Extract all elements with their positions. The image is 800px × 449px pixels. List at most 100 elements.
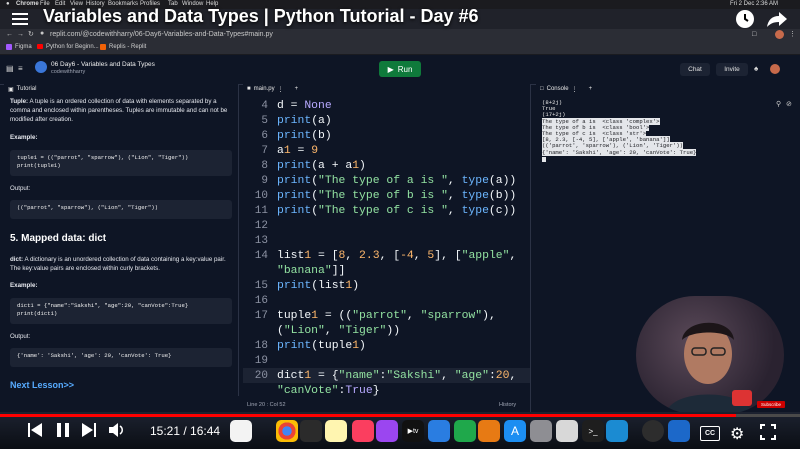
notes-icon[interactable]: [325, 420, 347, 442]
notifications-icon[interactable]: ♠: [754, 64, 758, 73]
app-icon[interactable]: [300, 420, 322, 442]
console-output[interactable]: (8+2j) True (17+2j) The type of a is <class…: [542, 99, 792, 162]
invite-button[interactable]: Invite: [716, 63, 748, 76]
browser-menu-icon[interactable]: ⋮: [789, 30, 796, 38]
terminal-icon[interactable]: >_: [582, 420, 604, 442]
extensions-icon[interactable]: □: [752, 31, 756, 38]
podcasts-icon[interactable]: [376, 420, 398, 442]
chrome-icon[interactable]: [276, 420, 298, 442]
line-code: print(a + a1): [277, 159, 366, 172]
code-line[interactable]: "banana"]]: [243, 263, 530, 278]
code-line[interactable]: ("Lion", "Tiger")): [243, 323, 530, 338]
code-line[interactable]: 15 print(list1): [243, 278, 530, 293]
pages-icon[interactable]: [478, 420, 500, 442]
code-line[interactable]: 17 tuple1 = (("parrot", "sparrow"),: [243, 308, 530, 323]
code-line[interactable]: 14 list1 = [8, 2.3, [-4, 5], ["apple",: [243, 248, 530, 263]
preview-icon[interactable]: [556, 420, 578, 442]
code-line[interactable]: 8 print(a + a1): [243, 158, 530, 173]
code-line[interactable]: 19: [243, 353, 530, 368]
user-avatar[interactable]: [770, 64, 780, 74]
previous-icon[interactable]: [28, 422, 42, 438]
captions-icon[interactable]: CC: [700, 426, 720, 441]
line-number: 12: [254, 219, 268, 232]
repl-owner[interactable]: codewithharry: [51, 69, 85, 75]
code-line[interactable]: "canVote":True}: [243, 383, 530, 398]
code-line[interactable]: 20 dict1 = {"name":"Sakshi", "age":20,: [243, 368, 530, 383]
youtube-icon: [37, 44, 43, 49]
line-number: 7: [261, 144, 268, 157]
pause-icon[interactable]: [56, 422, 70, 438]
next-lesson-link[interactable]: Next Lesson>>: [10, 380, 74, 390]
share-icon[interactable]: [766, 10, 788, 28]
line-number: 19: [254, 354, 268, 367]
console-tab[interactable]: □ Console ⋮ +: [540, 84, 592, 94]
tuple-term: Tuple:: [10, 98, 29, 105]
forward-icon[interactable]: →: [17, 31, 24, 38]
url-field[interactable]: replit.com/@codewithharry/06-Day6-Variab…: [50, 31, 273, 38]
code-line[interactable]: 12: [243, 218, 530, 233]
subscribe-badge[interactable]: Subscribe: [757, 401, 785, 408]
code-line[interactable]: 16: [243, 293, 530, 308]
line-code: print("The type of b is ", type(b)): [277, 189, 517, 202]
back-icon[interactable]: ←: [6, 31, 13, 38]
skype-icon[interactable]: [606, 420, 628, 442]
next-icon[interactable]: [82, 422, 96, 438]
more-icon[interactable]: ⋮: [572, 86, 578, 93]
system-settings-icon[interactable]: [530, 420, 552, 442]
watch-later-icon[interactable]: [736, 10, 754, 28]
book-icon: ▣: [8, 86, 14, 93]
cursor-position: Line 20 : Col 52: [247, 402, 286, 408]
fullscreen-icon[interactable]: [760, 424, 776, 440]
chat-button[interactable]: Chat: [680, 63, 710, 76]
code-line[interactable]: 7 a1 = 9: [243, 143, 530, 158]
bookmark-replit[interactable]: Replis - Replit: [109, 44, 146, 50]
output-line: (("parrot", "sparrow"), ("Lion", "Tiger"…: [17, 204, 158, 211]
console-line: {'name': 'Sakshi', 'age': 20, 'canVote':…: [542, 148, 697, 156]
settings-gear-icon[interactable]: ⚙: [730, 424, 744, 444]
code-line[interactable]: 5 print(a): [243, 113, 530, 128]
apple-icon[interactable]: ●: [6, 1, 10, 7]
menu-icon[interactable]: [12, 12, 28, 26]
line-code: dict1 = {"name":"Sakshi", "age":20,: [277, 369, 517, 382]
finder-icon[interactable]: [668, 420, 690, 442]
bookmark-figma[interactable]: Figma: [15, 44, 32, 50]
keynote-icon[interactable]: [428, 420, 450, 442]
code-line[interactable]: 10 print("The type of b is ", type(b)): [243, 188, 530, 203]
reload-icon[interactable]: ↻: [28, 30, 34, 38]
profile-avatar[interactable]: [775, 30, 784, 39]
history-button[interactable]: History: [499, 402, 516, 408]
music-icon[interactable]: [352, 420, 374, 442]
bookmark-python[interactable]: Python for Beginn...: [46, 44, 99, 50]
code-line[interactable]: 4 d = None: [243, 98, 530, 113]
code-line[interactable]: 6 print(b): [243, 128, 530, 143]
code-line[interactable]: 9 print("The type of a is ", type(a)): [243, 173, 530, 188]
tv-icon[interactable]: ▶tv: [402, 420, 424, 442]
code-line[interactable]: 13: [243, 233, 530, 248]
video-progress-bar[interactable]: [0, 414, 800, 417]
add-tab-icon[interactable]: +: [589, 86, 593, 92]
console-cursor: [542, 156, 546, 162]
code-line[interactable]: 11 print("The type of c is ", type(c)): [243, 203, 530, 218]
repl-name[interactable]: 06 Day6 - Variables and Data Types: [51, 61, 155, 68]
line-code: print(tuple1): [277, 339, 366, 352]
more-icon[interactable]: ⋮: [278, 86, 284, 93]
editor-tab[interactable]: ■ main.py ⋮ +: [247, 84, 298, 94]
app-store-icon[interactable]: A: [504, 420, 526, 442]
line-number: 4: [261, 99, 268, 112]
tutorial-tab[interactable]: ▣ Tutorial: [8, 84, 36, 94]
files-icon[interactable]: ≡: [18, 64, 23, 73]
calendar-icon[interactable]: [230, 420, 252, 442]
dict-desc-text: A dictionary is an unordered collection …: [10, 256, 226, 272]
line-code: print("The type of a is ", type(a)): [277, 174, 517, 187]
code-area[interactable]: 4 d = None 5 print(a) 6 print(b) 7 a1 = 9 8 print…: [243, 98, 530, 398]
add-tab-icon[interactable]: +: [295, 86, 299, 92]
sidebar-toggle-icon[interactable]: ▤: [6, 64, 14, 73]
numbers-icon[interactable]: [454, 420, 476, 442]
run-button[interactable]: ▶ Run: [379, 61, 421, 77]
line-number: 11: [254, 204, 268, 217]
volume-icon[interactable]: [108, 422, 126, 438]
menubar-app-name[interactable]: Chrome: [16, 1, 39, 7]
code-line[interactable]: 18 print(tuple1): [243, 338, 530, 353]
recorder-icon[interactable]: [642, 420, 664, 442]
tuple-description: Tuple: A tuple is an ordered collection …: [10, 97, 232, 124]
